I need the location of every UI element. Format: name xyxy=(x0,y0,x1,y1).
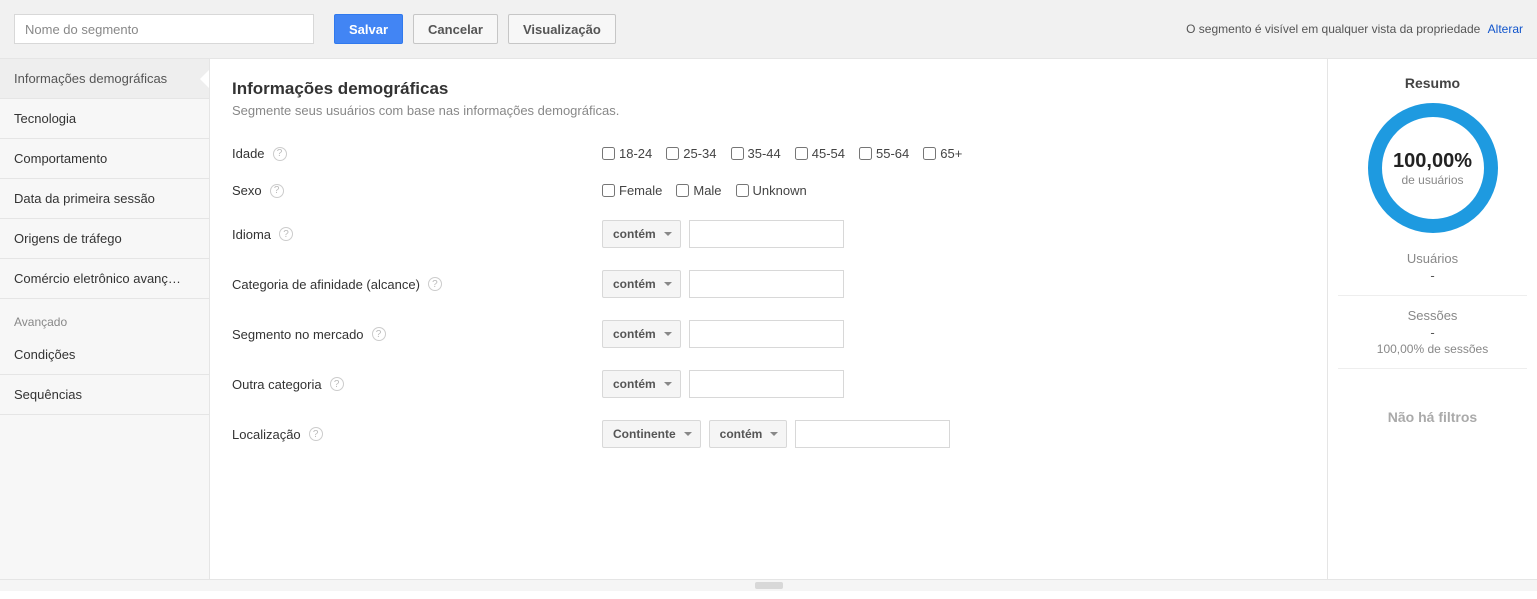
scrollbar-thumb[interactable] xyxy=(755,582,783,589)
gender-option-female[interactable]: Female xyxy=(602,183,662,198)
market-input[interactable] xyxy=(689,320,844,348)
row-market: Segmento no mercado ? contém xyxy=(232,320,1305,348)
location-label: Localização xyxy=(232,427,301,442)
donut-value: 100,00% xyxy=(1393,150,1472,173)
help-icon[interactable]: ? xyxy=(428,277,442,291)
other-category-input[interactable] xyxy=(689,370,844,398)
location-input[interactable] xyxy=(795,420,950,448)
sidebar-item-conditions[interactable]: Condições xyxy=(0,335,209,375)
sidebar-item-sequences[interactable]: Sequências xyxy=(0,375,209,415)
help-icon[interactable]: ? xyxy=(279,227,293,241)
language-input[interactable] xyxy=(689,220,844,248)
metric-users: Usuários - xyxy=(1338,251,1527,295)
sessions-value: - xyxy=(1338,325,1527,340)
summary-title: Resumo xyxy=(1338,75,1527,91)
donut-chart: 100,00% de usuários xyxy=(1368,103,1498,233)
page-subtitle: Segmente seus usuários com base nas info… xyxy=(232,103,1305,118)
other-category-operator-select[interactable]: contém xyxy=(602,370,681,398)
affinity-label: Categoria de afinidade (alcance) xyxy=(232,277,420,292)
visibility-text: O segmento é visível em qualquer vista d… xyxy=(1186,22,1480,36)
sessions-label: Sessões xyxy=(1338,308,1527,323)
other-category-label: Outra categoria xyxy=(232,377,322,392)
row-language: Idioma ? contém xyxy=(232,220,1305,248)
affinity-input[interactable] xyxy=(689,270,844,298)
row-age: Idade ? 18-24 25-34 35-44 45-54 55-64 65… xyxy=(232,146,1305,161)
row-location: Localização ? Continente contém xyxy=(232,420,1305,448)
page-title: Informações demográficas xyxy=(232,79,1305,99)
chevron-down-icon xyxy=(664,282,672,290)
sidebar-item-ecommerce[interactable]: Comércio eletrônico avanç… xyxy=(0,259,209,299)
users-value: - xyxy=(1338,268,1527,283)
chevron-down-icon xyxy=(664,332,672,340)
main-panel: Informações demográficas Segmente seus u… xyxy=(210,59,1327,579)
donut-label: de usuários xyxy=(1401,173,1463,187)
gender-option-male[interactable]: Male xyxy=(676,183,721,198)
market-operator-select[interactable]: contém xyxy=(602,320,681,348)
change-visibility-link[interactable]: Alterar xyxy=(1488,22,1523,36)
segment-name-input[interactable] xyxy=(14,14,314,44)
age-option-35-44[interactable]: 35-44 xyxy=(731,146,781,161)
help-icon[interactable]: ? xyxy=(273,147,287,161)
row-gender: Sexo ? Female Male Unknown xyxy=(232,183,1305,198)
row-other-category: Outra categoria ? contém xyxy=(232,370,1305,398)
chevron-down-icon xyxy=(684,432,692,440)
help-icon[interactable]: ? xyxy=(330,377,344,391)
help-icon[interactable]: ? xyxy=(372,327,386,341)
chevron-down-icon xyxy=(664,232,672,240)
gender-label: Sexo xyxy=(232,183,262,198)
sidebar-item-behavior[interactable]: Comportamento xyxy=(0,139,209,179)
age-option-25-34[interactable]: 25-34 xyxy=(666,146,716,161)
market-label: Segmento no mercado xyxy=(232,327,364,342)
sessions-sub: 100,00% de sessões xyxy=(1338,342,1527,356)
summary-panel: Resumo 100,00% de usuários Usuários - Se… xyxy=(1327,59,1537,579)
sidebar-item-demographics[interactable]: Informações demográficas xyxy=(0,59,209,99)
age-option-65plus[interactable]: 65+ xyxy=(923,146,962,161)
topbar: Salvar Cancelar Visualização O segmento … xyxy=(0,0,1537,59)
no-filters-text: Não há filtros xyxy=(1338,368,1527,465)
age-option-55-64[interactable]: 55-64 xyxy=(859,146,909,161)
sidebar-item-traffic-sources[interactable]: Origens de tráfego xyxy=(0,219,209,259)
chevron-down-icon xyxy=(664,382,672,390)
sidebar-group-advanced: Avançado xyxy=(0,299,209,335)
horizontal-scrollbar[interactable] xyxy=(0,579,1537,591)
language-label: Idioma xyxy=(232,227,271,242)
sidebar-item-technology[interactable]: Tecnologia xyxy=(0,99,209,139)
users-label: Usuários xyxy=(1338,251,1527,266)
location-operator-select[interactable]: contém xyxy=(709,420,788,448)
language-operator-select[interactable]: contém xyxy=(602,220,681,248)
row-affinity: Categoria de afinidade (alcance) ? conté… xyxy=(232,270,1305,298)
location-dimension-select[interactable]: Continente xyxy=(602,420,701,448)
visibility-notice: O segmento é visível em qualquer vista d… xyxy=(1186,22,1523,36)
age-label: Idade xyxy=(232,146,265,161)
save-button[interactable]: Salvar xyxy=(334,14,403,44)
sidebar: Informações demográficas Tecnologia Comp… xyxy=(0,59,210,579)
preview-button[interactable]: Visualização xyxy=(508,14,616,44)
chevron-down-icon xyxy=(770,432,778,440)
help-icon[interactable]: ? xyxy=(270,184,284,198)
affinity-operator-select[interactable]: contém xyxy=(602,270,681,298)
cancel-button[interactable]: Cancelar xyxy=(413,14,498,44)
gender-option-unknown[interactable]: Unknown xyxy=(736,183,807,198)
metric-sessions: Sessões - 100,00% de sessões xyxy=(1338,295,1527,368)
help-icon[interactable]: ? xyxy=(309,427,323,441)
age-option-18-24[interactable]: 18-24 xyxy=(602,146,652,161)
sidebar-item-first-session[interactable]: Data da primeira sessão xyxy=(0,179,209,219)
age-option-45-54[interactable]: 45-54 xyxy=(795,146,845,161)
